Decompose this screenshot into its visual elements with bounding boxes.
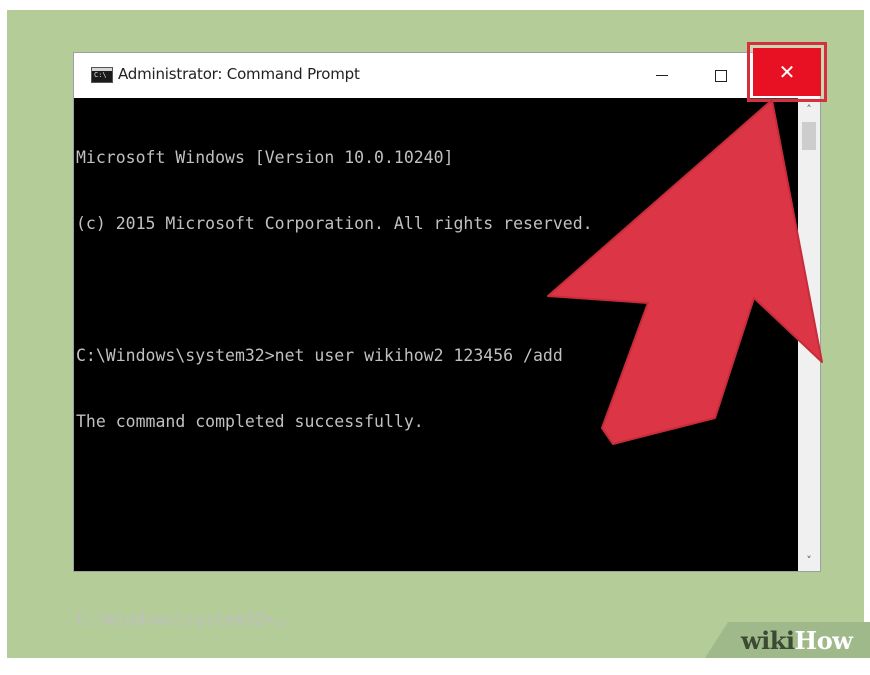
vertical-scrollbar[interactable]: ˄ ˅: [798, 98, 820, 571]
title-bar[interactable]: C:\ Administrator: Command Prompt: [74, 53, 820, 98]
cmd-app-icon: C:\: [91, 67, 113, 83]
watermark-wiki: wiki: [741, 626, 795, 655]
watermark-logo: wikiHow: [741, 626, 853, 655]
console-line: The command completed successfully.: [76, 412, 424, 431]
wikihow-watermark: wikiHow: [705, 622, 870, 658]
chevron-up-icon: ˄: [806, 102, 812, 116]
scroll-thumb[interactable]: [802, 122, 816, 150]
minimize-icon: [656, 75, 668, 76]
maximize-button[interactable]: [698, 53, 744, 98]
console-prompt-line: C:\Windows\system32>: [76, 609, 798, 631]
command-prompt-window: C:\ Administrator: Command Prompt Micros…: [74, 42, 827, 629]
minimize-button[interactable]: [639, 53, 685, 98]
console-output[interactable]: Microsoft Windows [Version 10.0.10240] (…: [74, 98, 798, 629]
maximize-icon: [715, 69, 727, 82]
close-button[interactable]: ✕: [753, 48, 821, 96]
close-icon: ✕: [778, 60, 796, 84]
text-cursor: [275, 623, 286, 625]
console-line: (c) 2015 Microsoft Corporation. All righ…: [76, 214, 593, 233]
console-line: Microsoft Windows [Version 10.0.10240]: [76, 148, 454, 167]
window-title: Administrator: Command Prompt: [118, 65, 360, 83]
console-prompt: C:\Windows\system32>: [76, 610, 275, 629]
console-line: C:\Windows\system32>net user wikihow2 12…: [76, 346, 563, 365]
chevron-down-icon: ˅: [806, 553, 812, 567]
scroll-down-button[interactable]: ˅: [798, 549, 820, 571]
watermark-how: How: [794, 626, 853, 655]
